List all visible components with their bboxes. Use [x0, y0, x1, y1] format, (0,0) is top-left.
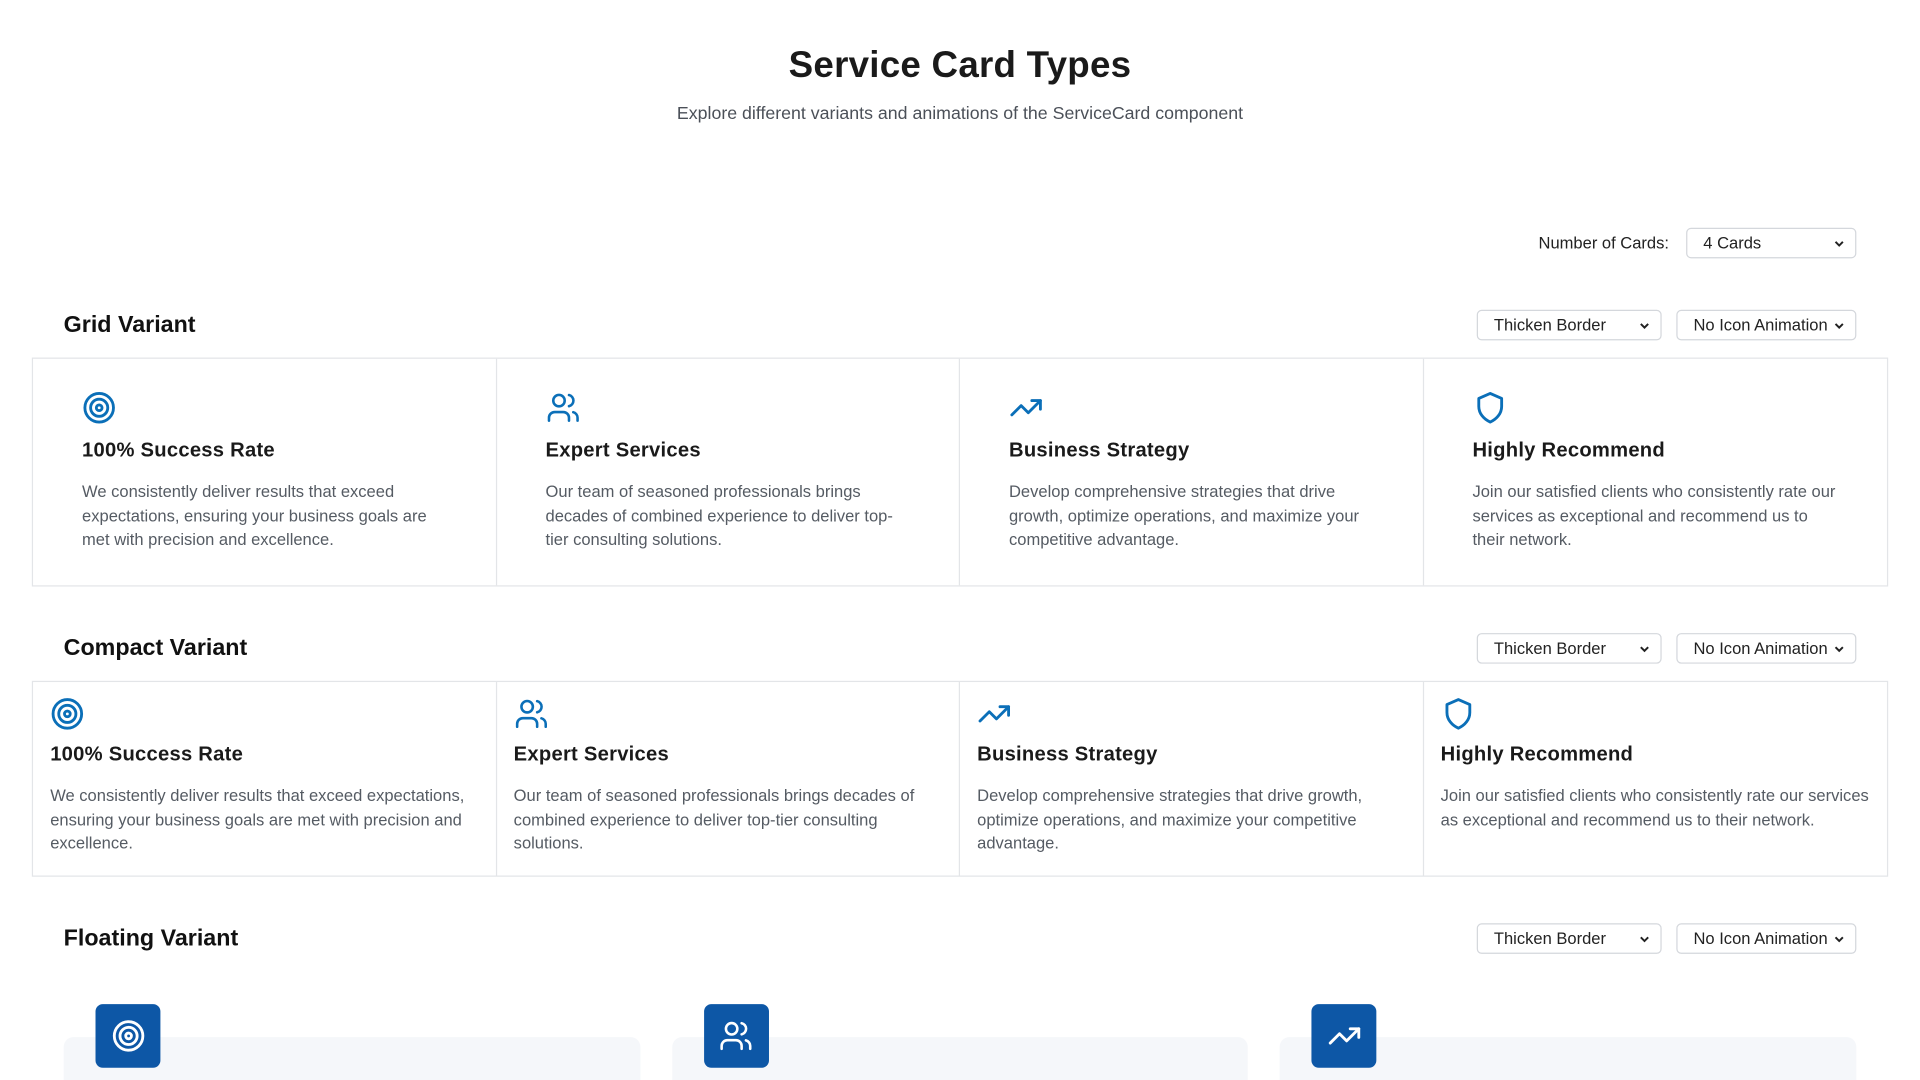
card-description: Our team of seasoned professionals bring… — [513, 786, 915, 853]
card-count-value: 4 Cards — [1703, 233, 1762, 253]
card-title: 100% Success Rate — [50, 743, 244, 766]
card-title: 100% Success Rate — [82, 439, 275, 462]
border-style-select[interactable]: Thicken Border — [1476, 633, 1662, 664]
service-card[interactable]: 100% Success Rate We consistently delive… — [33, 682, 497, 876]
target-icon — [51, 698, 84, 730]
users-icon — [515, 699, 547, 729]
chevron-down-icon — [1640, 936, 1649, 942]
card-description: Develop comprehensive strategies that dr… — [977, 786, 1363, 853]
card-description: Join our satisfied clients who consisten… — [1472, 482, 1836, 549]
floating-variant-cards — [63, 1004, 1857, 1080]
page: Service Card Types Explore different var… — [0, 0, 1920, 1080]
icon-animation-select[interactable]: No Icon Animation — [1676, 309, 1857, 341]
target-icon — [83, 392, 115, 424]
icon-animation-value: No Icon Animation — [1693, 315, 1828, 335]
chevron-down-icon — [1834, 240, 1844, 247]
card-description: We consistently deliver results that exc… — [50, 786, 465, 853]
compact-variant-cards: 100% Success Rate We consistently delive… — [31, 680, 1889, 877]
card-description: We consistently deliver results that exc… — [82, 482, 427, 549]
chevron-down-icon — [1834, 322, 1844, 329]
card-description: Develop comprehensive strategies that dr… — [1008, 482, 1360, 549]
chevron-down-icon — [1640, 322, 1649, 329]
grid-variant-header: Grid Variant Thicken Border No Icon Anim… — [63, 309, 1857, 341]
border-style-value: Thicken Border — [1493, 929, 1606, 948]
chevron-down-icon — [1834, 645, 1844, 652]
trending-up-icon — [1328, 1027, 1361, 1045]
section-title: Grid Variant — [63, 311, 196, 338]
icon-animation-value: No Icon Animation — [1693, 639, 1828, 658]
card-count-control: Number of Cards: 4 Cards — [1538, 227, 1857, 259]
card-count-label: Number of Cards: — [1538, 233, 1669, 253]
service-card[interactable]: Highly Recommend Join our satisfied clie… — [1423, 682, 1886, 875]
card-description: Our team of seasoned professionals bring… — [545, 482, 893, 549]
shield-icon — [1476, 392, 1503, 424]
shield-icon — [1444, 698, 1471, 730]
card-title: Highly Recommend — [1472, 439, 1665, 462]
card-description: Join our satisfied clients who consisten… — [1440, 786, 1869, 829]
page-header: Service Card Types Explore different var… — [0, 0, 1920, 124]
service-card[interactable]: 100% Success Rate We consistently delive… — [33, 358, 497, 586]
grid-variant-cards: 100% Success Rate We consistently delive… — [31, 357, 1889, 587]
icon-badge — [1311, 1004, 1377, 1068]
section-title: Floating Variant — [63, 925, 239, 951]
border-style-select[interactable]: Thicken Border — [1476, 309, 1662, 341]
page-subtitle: Explore different variants and animation… — [676, 104, 1244, 124]
service-card[interactable]: Highly Recommend Join our satisfied clie… — [1423, 359, 1886, 586]
floating-variant-header: Floating Variant Thicken Border No Icon … — [64, 923, 1857, 954]
card-title: Expert Services — [513, 743, 669, 766]
icon-badge — [703, 1004, 769, 1068]
users-icon — [547, 393, 579, 422]
card-title: Expert Services — [545, 439, 701, 462]
card-title: Business Strategy — [977, 743, 1158, 766]
icon-animation-select[interactable]: No Icon Animation — [1676, 633, 1857, 664]
section-title: Compact Variant — [63, 634, 248, 661]
card-title: Business Strategy — [1008, 439, 1190, 462]
service-card[interactable]: Expert Services Our team of seasoned pro… — [497, 682, 961, 876]
chevron-down-icon — [1834, 936, 1844, 942]
service-card[interactable]: Business Strategy Develop comprehensive … — [960, 682, 1424, 876]
trending-up-icon — [1010, 399, 1042, 417]
service-card[interactable]: Expert Services Our team of seasoned pro… — [497, 358, 961, 586]
compact-variant-header: Compact Variant Thicken Border No Icon A… — [64, 633, 1857, 664]
trending-up-icon — [978, 705, 1011, 723]
page-title: Service Card Types — [788, 45, 1132, 86]
chevron-down-icon — [1640, 645, 1649, 652]
service-card[interactable]: Business Strategy Develop comprehensive … — [960, 358, 1424, 586]
target-icon — [112, 1020, 144, 1052]
card-title: Highly Recommend — [1440, 743, 1634, 766]
users-icon — [720, 1021, 752, 1051]
border-style-value: Thicken Border — [1493, 315, 1606, 335]
border-style-select[interactable]: Thicken Border — [1476, 923, 1662, 954]
service-card[interactable] — [671, 1004, 1249, 1080]
service-card[interactable] — [63, 1004, 640, 1080]
card-count-select[interactable]: 4 Cards — [1686, 227, 1857, 259]
border-style-value: Thicken Border — [1493, 639, 1606, 658]
service-card[interactable] — [1280, 1004, 1857, 1080]
icon-badge — [95, 1004, 161, 1068]
icon-animation-value: No Icon Animation — [1693, 929, 1828, 948]
icon-animation-select[interactable]: No Icon Animation — [1676, 923, 1857, 954]
